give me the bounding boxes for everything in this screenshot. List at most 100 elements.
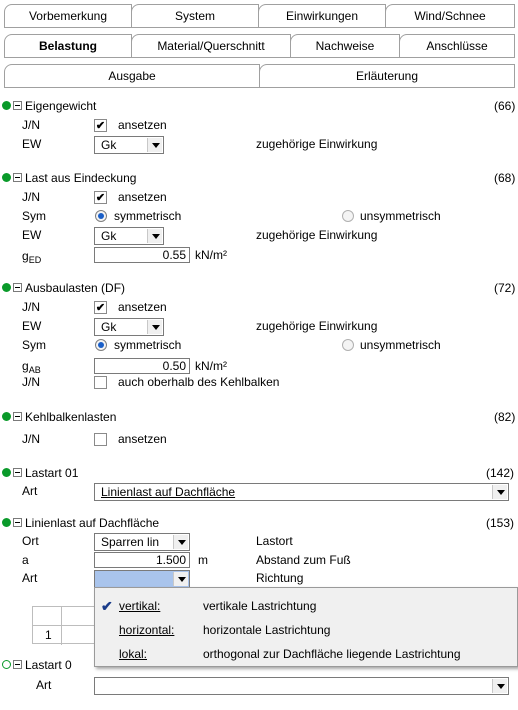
checkbox-empty-icon[interactable] (94, 433, 107, 446)
section-ref: (153) (486, 516, 515, 530)
checkbox-checked-icon[interactable]: ✔ (94, 191, 107, 204)
section-ref: (72) (494, 281, 516, 295)
tab-ausgabe[interactable]: Ausgabe (4, 64, 260, 88)
ew-combo[interactable]: Gk (94, 318, 164, 336)
art-label: Art (36, 678, 52, 692)
a-hint: Abstand zum Fuß (256, 553, 351, 567)
status-dot-icon (2, 173, 11, 182)
ort-combo[interactable]: Sparren lin (94, 533, 190, 551)
jn-label: J/N (22, 190, 40, 204)
status-dot-icon (2, 518, 11, 527)
dropdown-item-horizontal[interactable]: horizontal: horizontale Lastrichtung (95, 620, 517, 640)
dropdown-arrow-icon[interactable] (492, 679, 507, 693)
sym-label: Sym (22, 209, 46, 223)
dropdown-arrow-icon[interactable] (147, 229, 162, 243)
art-combo[interactable] (94, 677, 509, 695)
table-row-label: 1 (45, 628, 52, 642)
status-dot-icon (2, 101, 11, 110)
ew-hint: zugehörige Einwirkung (256, 228, 378, 242)
ew-label: EW (22, 319, 42, 333)
radio-on-icon[interactable] (95, 339, 107, 351)
jn-text: ansetzen (118, 300, 167, 314)
ew-label: EW (22, 137, 42, 151)
tab-anschluesse[interactable]: Anschlüsse (399, 34, 515, 58)
status-dot-icon (2, 283, 11, 292)
status-dot-icon (2, 412, 11, 421)
jn-label: J/N (22, 118, 40, 132)
dropdown-arrow-icon[interactable] (147, 138, 162, 152)
g-ab-input[interactable]: 0.50 (94, 358, 190, 374)
collapse-icon[interactable] (13, 283, 22, 292)
dropdown-arrow-icon[interactable] (173, 535, 188, 549)
checkbox-checked-icon[interactable]: ✔ (94, 119, 107, 132)
tab-bar: Vorbemerkung System Einwirkungen Wind/Sc… (0, 0, 518, 92)
collapse-icon[interactable] (13, 101, 22, 110)
collapse-icon[interactable] (13, 468, 22, 477)
status-dot-icon (2, 468, 11, 477)
collapse-icon[interactable] (13, 412, 22, 421)
collapse-icon[interactable] (13, 518, 22, 527)
jn2-text: auch oberhalb des Kehlbalken (118, 375, 280, 389)
tab-vorbemerkung[interactable]: Vorbemerkung (4, 4, 132, 28)
status-dot-icon (2, 660, 11, 669)
checkbox-empty-icon[interactable] (94, 376, 107, 389)
dropdown-arrow-icon[interactable] (147, 320, 162, 334)
tab-einwirkungen[interactable]: Einwirkungen (258, 4, 386, 28)
g-ed-input[interactable]: 0.55 (94, 247, 190, 263)
ew-hint: zugehörige Einwirkung (256, 319, 378, 333)
art-combo[interactable]: Linienlast auf Dachfläche (94, 483, 509, 501)
section-ref: (66) (494, 99, 516, 113)
collapse-icon[interactable] (13, 660, 22, 669)
art-label: Art (22, 484, 38, 498)
sym-option-unsymmetrisch: unsymmetrisch (360, 338, 441, 352)
ort-hint: Lastort (256, 534, 293, 548)
dropdown-item-vertikal[interactable]: ✔ vertikal: vertikale Lastrichtung (95, 596, 517, 616)
section-title-kehlbalken: Kehlbalkenlasten (25, 410, 117, 424)
section-title-linienlast: Linienlast auf Dachfläche (25, 516, 160, 530)
tab-wind-schnee[interactable]: Wind/Schnee (385, 4, 515, 28)
sym-option-symmetrisch: symmetrisch (114, 338, 182, 352)
tab-material-querschnitt[interactable]: Material/Querschnitt (131, 34, 291, 58)
art-label: Art (22, 571, 38, 585)
tab-erlaeuterung[interactable]: Erläuterung (259, 64, 515, 88)
section-title-lastart01: Lastart 01 (25, 466, 79, 480)
ew-hint: zugehörige Einwirkung (256, 137, 378, 151)
dropdown-item-lokal[interactable]: lokal: orthogonal zur Dachfläche liegend… (95, 644, 517, 664)
sym-option-symmetrisch: symmetrisch (114, 209, 182, 223)
art-hint: Richtung (256, 571, 304, 585)
tab-system[interactable]: System (131, 4, 259, 28)
load-table: 1 (32, 606, 103, 645)
radio-on-icon[interactable] (95, 210, 107, 222)
sym-option-unsymmetrisch: unsymmetrisch (360, 209, 441, 223)
g-unit: kN/m² (195, 248, 227, 262)
a-input[interactable]: 1.500 (94, 552, 190, 568)
a-unit: m (198, 553, 208, 567)
sym-label: Sym (22, 338, 46, 352)
radio-off-icon[interactable] (342, 339, 354, 351)
section-ref: (142) (486, 466, 515, 480)
dropdown-arrow-icon[interactable] (492, 485, 507, 499)
jn-text: ansetzen (118, 118, 167, 132)
ew-combo[interactable]: Gk (94, 227, 164, 245)
section-title-eigengewicht: Eigengewicht (25, 99, 97, 113)
section-title-ausbau: Ausbaulasten (DF) (25, 281, 126, 295)
ew-combo[interactable]: Gk (94, 136, 164, 154)
jn-text: ansetzen (118, 432, 167, 446)
radio-off-icon[interactable] (342, 210, 354, 222)
section-ref: (82) (494, 410, 516, 424)
ew-label: EW (22, 228, 42, 242)
collapse-icon[interactable] (13, 173, 22, 182)
tab-belastung[interactable]: Belastung (4, 34, 132, 58)
checkbox-checked-icon[interactable]: ✔ (94, 301, 107, 314)
section-title-lastart02: Lastart 0 (25, 658, 72, 672)
richtung-combo[interactable] (94, 570, 190, 588)
jn-label: J/N (22, 300, 40, 314)
a-label: a (22, 553, 29, 567)
tab-nachweise[interactable]: Nachweise (290, 34, 400, 58)
richtung-dropdown-list: ✔ vertikal: vertikale Lastrichtung horiz… (94, 587, 518, 667)
section-ref: (68) (494, 171, 516, 185)
jn-label: J/N (22, 432, 40, 446)
jn-label: J/N (22, 375, 40, 389)
jn-text: ansetzen (118, 190, 167, 204)
dropdown-arrow-icon[interactable] (173, 572, 188, 586)
